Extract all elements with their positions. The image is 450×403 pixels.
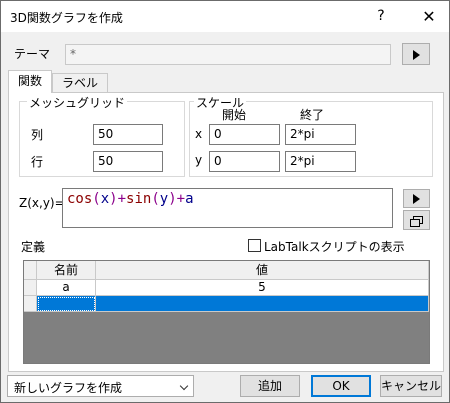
scale-y-start-input[interactable]: 0	[209, 151, 280, 172]
formula-label: Z(x,y)=	[19, 196, 65, 210]
chevron-down-icon	[179, 381, 189, 391]
formula-run-button[interactable]	[403, 189, 430, 208]
mesh-row-label: 行	[31, 155, 44, 169]
labtalk-checkbox[interactable]	[248, 239, 261, 252]
theme-run-button[interactable]	[402, 43, 430, 65]
scale-x-end-input[interactable]: 2*pi	[285, 124, 356, 145]
formula-token: +	[176, 191, 186, 207]
mesh-row-input[interactable]: 50	[93, 151, 163, 172]
formula-token: )	[168, 191, 177, 207]
formula-token: y	[159, 191, 169, 207]
help-button[interactable]: ?	[366, 1, 396, 32]
grid-new-row-name-cell[interactable]	[37, 296, 96, 312]
formula-token: )	[109, 191, 118, 207]
scale-y-end-input[interactable]: 2*pi	[285, 151, 356, 172]
scale-x-label: x	[195, 127, 203, 141]
grid-row-header[interactable]	[24, 296, 37, 312]
grid-new-row-value-cell[interactable]	[96, 296, 429, 312]
grid-header-name[interactable]: 名前	[37, 261, 96, 280]
grid-corner	[24, 261, 37, 280]
formula-token: x	[100, 191, 110, 207]
play-icon	[412, 49, 420, 60]
grid-row-header[interactable]	[24, 280, 37, 296]
theme-label: テーマ	[14, 47, 51, 61]
mesh-col-label: 列	[31, 128, 44, 142]
scale-x-start-input[interactable]: 0	[209, 124, 280, 145]
theme-field[interactable]: *	[65, 44, 391, 65]
mesh-group-title: メッシュグリッド	[27, 94, 128, 111]
cancel-button[interactable]: キャンセル	[380, 375, 442, 397]
title-bar: 3D関数グラフを作成 ? ✕	[1, 1, 449, 32]
dialog-window: 3D関数グラフを作成 ? ✕ テーマ * 関数 ラベル メッシュグリッド 列 5…	[0, 0, 450, 403]
tab-function[interactable]: 関数	[8, 70, 52, 93]
output-mode-value: 新しいグラフを作成	[14, 381, 123, 395]
close-button[interactable]: ✕	[411, 1, 447, 32]
ok-button[interactable]: OK	[311, 375, 371, 397]
formula-token: a	[185, 191, 194, 207]
mesh-col-input[interactable]: 50	[93, 124, 163, 145]
grid-cell-name[interactable]: a	[37, 280, 96, 296]
formula-token: cos	[67, 191, 93, 207]
tab-label[interactable]: ラベル	[52, 73, 108, 92]
scale-y-label: y	[195, 153, 203, 167]
tab-panel: メッシュグリッド 列 50 行 50 スケール 開始 終了 x 0 2*pi y…	[8, 92, 444, 372]
grid-header-value[interactable]: 値	[96, 261, 429, 280]
definitions-label: 定義	[21, 240, 46, 254]
formula-token: (	[151, 191, 160, 207]
duplicate-window-icon	[410, 216, 423, 227]
scale-start-header: 開始	[222, 108, 247, 122]
formula-token: +	[117, 191, 127, 207]
formula-token: sin	[126, 191, 152, 207]
definitions-grid[interactable]: 名前 値 a 5	[23, 260, 430, 364]
output-mode-select[interactable]: 新しいグラフを作成	[7, 375, 194, 397]
scale-end-header: 終了	[300, 108, 325, 122]
formula-token: (	[92, 191, 101, 207]
play-icon	[413, 193, 420, 204]
window-title: 3D関数グラフを作成	[10, 11, 123, 25]
add-button[interactable]: 追加	[240, 375, 300, 397]
formula-editor[interactable]: cos(x)+sin(y)+a	[62, 188, 393, 228]
grid-cell-value[interactable]: 5	[96, 280, 429, 296]
labtalk-checkbox-label[interactable]: LabTalkスクリプトの表示	[264, 238, 405, 255]
formula-duplicate-button[interactable]	[403, 210, 430, 230]
